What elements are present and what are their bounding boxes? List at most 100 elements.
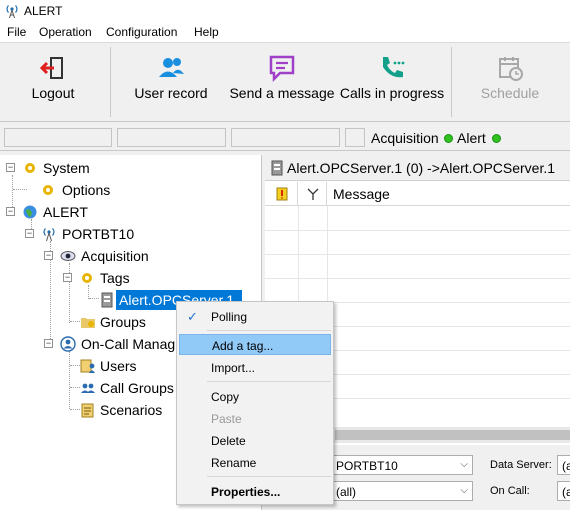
menu-item-add-tag[interactable]: Add a tag... (179, 334, 331, 355)
menu-item-polling[interactable]: ✓ Polling (179, 306, 331, 327)
logout-button[interactable]: Logout (4, 43, 102, 121)
schedule-button[interactable]: Schedule (462, 43, 558, 121)
status-field (345, 128, 365, 147)
menu-configuration[interactable]: Configuration (106, 25, 177, 39)
send-message-label: Send a message (229, 85, 335, 101)
tree-node-system[interactable]: − System (6, 158, 126, 178)
menu-separator (207, 330, 331, 331)
scrollbar-thumb[interactable] (335, 430, 570, 440)
phone-icon (383, 57, 405, 78)
folder-gear-icon (81, 318, 95, 328)
calendar-clock-icon (499, 57, 523, 81)
tree-node-acquisition[interactable]: − Acquisition (44, 246, 174, 266)
tree-node-portbt10[interactable]: − PORTBT10 (25, 224, 155, 244)
server-icon (101, 292, 113, 308)
tree-node-oncall[interactable]: − On-Call Manag (44, 334, 184, 354)
tree-node-label: Users (100, 358, 137, 374)
chevron-down-icon: ⌵ (460, 459, 468, 470)
message-column-label: Message (333, 186, 390, 202)
user-circle-icon (60, 336, 76, 352)
tree-node-label: ALERT (43, 204, 88, 220)
tree-node-groups[interactable]: Groups (80, 312, 180, 332)
tree-node-call-groups[interactable]: Call Groups (80, 378, 180, 398)
user-list-icon (80, 359, 95, 373)
collapse-toggle[interactable]: − (6, 163, 15, 172)
menu-operation[interactable]: Operation (39, 25, 92, 39)
menu-item-import[interactable]: Import... (179, 357, 331, 378)
menu-item-label: Delete (211, 434, 246, 448)
tree-connector (70, 409, 80, 410)
menu-item-label: Polling (211, 310, 248, 324)
send-message-button[interactable]: Send a message (224, 43, 340, 121)
gear-icon (25, 163, 35, 173)
menu-item-copy[interactable]: Copy (179, 386, 331, 407)
schedule-label: Schedule (480, 85, 540, 101)
menu-item-rename[interactable]: Rename (179, 452, 331, 473)
menu-item-label: Paste (211, 412, 242, 426)
tree-connector (70, 365, 80, 366)
tree-node-alert[interactable]: − ALERT (6, 202, 126, 222)
status-strip: Acquisition Alert (0, 123, 570, 151)
calls-in-progress-button[interactable]: Calls in progress (336, 43, 448, 121)
data-server-value: (a (562, 459, 570, 473)
menu-item-paste[interactable]: Paste (179, 408, 331, 429)
station-select[interactable]: PORTBT10 ⌵ (331, 455, 473, 475)
menu-item-label: Add a tag... (212, 339, 274, 353)
calls-in-progress-label: Calls in progress (339, 85, 445, 101)
antenna-icon (43, 228, 55, 242)
menu-item-properties[interactable]: Properties... (179, 481, 331, 502)
collapse-toggle[interactable]: − (63, 273, 72, 282)
user-record-button[interactable]: User record (124, 43, 218, 121)
tree-node-users[interactable]: Users (80, 356, 180, 376)
tree-node-scenarios[interactable]: Scenarios (80, 400, 180, 420)
tree-node-label: Scenarios (100, 402, 163, 418)
tree-connector (70, 387, 80, 388)
tree-node-tags[interactable]: − Tags (63, 268, 163, 288)
menu-bar: File Operation Configuration Help (0, 22, 570, 42)
title-bar: ALERT (0, 0, 570, 22)
collapse-toggle[interactable]: − (44, 251, 53, 260)
antenna-icon (307, 188, 319, 200)
on-call-label: On Call: (490, 485, 530, 497)
tree-connector (69, 351, 70, 409)
panel-title: Alert.OPCServer.1 (0) ->Alert.OPCServer.… (287, 160, 556, 176)
menu-item-delete[interactable]: Delete (179, 430, 331, 451)
status-field (231, 128, 340, 147)
grid-header: Message (265, 182, 570, 206)
menu-item-label: Properties... (211, 485, 281, 499)
check-icon: ✓ (187, 309, 198, 324)
tree-node-label: On-Call Manag (81, 336, 176, 352)
data-server-select[interactable]: (a (557, 455, 570, 475)
panel-header: Alert.OPCServer.1 (0) ->Alert.OPCServer.… (265, 155, 570, 181)
column-header-message[interactable]: Message (327, 182, 570, 206)
alert-status-label: Alert (457, 130, 486, 146)
data-server-label: Data Server: (490, 459, 552, 471)
users-icon (159, 58, 184, 77)
scenario-icon (81, 403, 94, 418)
menu-file[interactable]: File (7, 25, 26, 39)
on-call-select[interactable]: (a (557, 481, 570, 501)
alert-status-indicator (492, 134, 501, 143)
server-icon (271, 160, 283, 176)
tree-connector (70, 321, 80, 322)
logout-label: Logout (31, 85, 75, 101)
context-menu: ✓ Polling Add a tag... Import... Copy Pa… (176, 301, 334, 505)
toolbar-separator (451, 47, 452, 117)
grid-line (265, 230, 570, 231)
chevron-down-icon: ⌵ (460, 485, 468, 496)
group-select-value: (all) (336, 485, 356, 499)
group-icon (81, 383, 95, 393)
logout-icon (39, 57, 63, 79)
menu-separator (207, 476, 331, 477)
tree-node-label: Options (62, 182, 111, 198)
group-select[interactable]: (all) ⌵ (331, 481, 473, 501)
column-header-priority[interactable] (265, 182, 298, 206)
collapse-toggle[interactable]: − (6, 207, 15, 216)
menu-help[interactable]: Help (194, 25, 219, 39)
tree-node-options[interactable]: Options (30, 180, 140, 200)
collapse-toggle[interactable]: − (25, 229, 34, 238)
column-header-status[interactable] (298, 182, 327, 206)
window-title: ALERT (24, 4, 63, 18)
priority-icon (276, 187, 288, 201)
collapse-toggle[interactable]: − (44, 339, 53, 348)
